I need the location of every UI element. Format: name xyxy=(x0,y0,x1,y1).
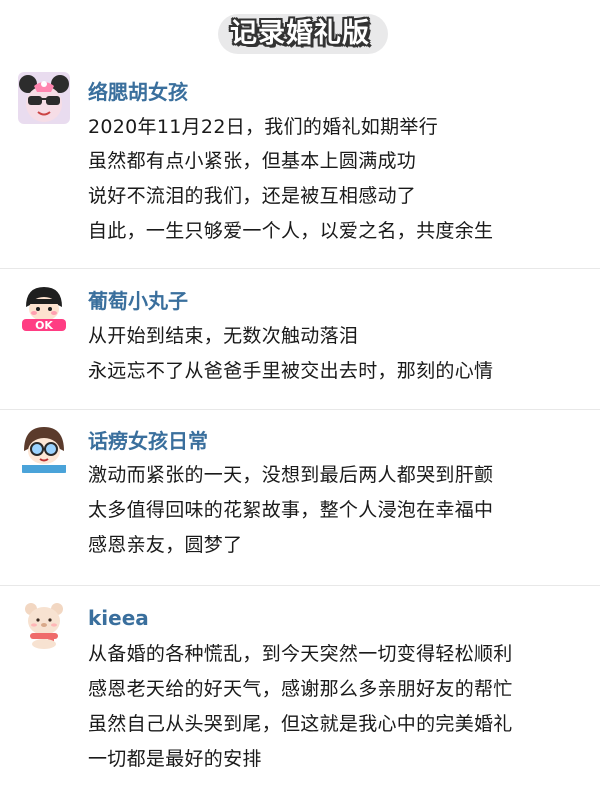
post-text-line: 2020年11月22日，我们的婚礼如期举行 xyxy=(88,116,439,138)
post-text-line: 说好不流泪的我们，还是被互相感动了 xyxy=(88,185,417,207)
post-text-line: 自此，一生只够爱一个人，以爱之名，共度余生 xyxy=(88,220,494,242)
sunglasses-minnie-avatar-icon[interactable] xyxy=(18,72,70,124)
chibi-maruko-ok-avatar-icon[interactable]: OK xyxy=(18,281,70,333)
post-text-line: 太多值得回味的花絮故事，整个人浸泡在幸福中 xyxy=(88,499,494,521)
username[interactable]: 话痨女孩日常 xyxy=(88,428,208,454)
post-divider xyxy=(0,585,600,586)
username[interactable]: kieea xyxy=(88,605,149,631)
page-header: 记录婚礼版 xyxy=(0,0,600,66)
post-text-line: 感恩亲友，圆梦了 xyxy=(88,534,243,556)
post-text-line: 虽然自己从头哭到尾，但这就是我心中的完美婚礼 xyxy=(88,713,513,735)
post-text-line: 永远忘不了从爸爸手里被交出去时，那刻的心情 xyxy=(88,360,494,382)
page-title: 记录婚礼版 xyxy=(230,18,370,49)
username[interactable]: 络腮胡女孩 xyxy=(88,79,188,105)
post-divider xyxy=(0,268,600,269)
post-text-line: 从备婚的各种慌乱，到今天突然一切变得轻松顺利 xyxy=(88,643,513,665)
svg-text:OK: OK xyxy=(35,319,53,332)
glasses-girl-avatar-icon[interactable] xyxy=(18,421,70,473)
post-text-line: 一切都是最好的安排 xyxy=(88,748,262,770)
post-divider xyxy=(0,409,600,410)
username[interactable]: 葡萄小丸子 xyxy=(88,288,188,314)
scarf-bear-avatar-icon[interactable] xyxy=(18,597,70,649)
post-text-line: 虽然都有点小紧张，但基本上圆满成功 xyxy=(88,150,417,172)
post-text-line: 从开始到结束，无数次触动落泪 xyxy=(88,325,359,347)
post-text-line: 感恩老天给的好天气，感谢那么多亲朋好友的帮忙 xyxy=(88,678,513,700)
post-text-line: 激动而紧张的一天，没想到最后两人都哭到肝颤 xyxy=(88,464,494,486)
